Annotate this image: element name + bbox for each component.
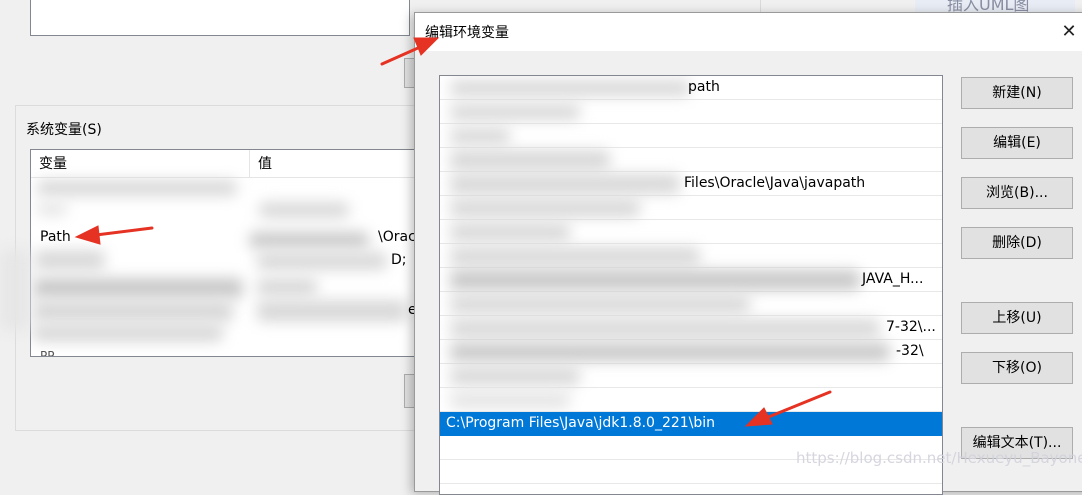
masked-row [35, 250, 105, 270]
masked-entry [450, 128, 510, 144]
masked-entry [450, 80, 690, 96]
masked-entry [450, 174, 680, 194]
watermark: https://blog.csdn.net/Hexueyu_Bayonet [796, 449, 1082, 467]
selected-list-item[interactable]: C:\Program Files\Java\jdk1.8.0_221\bin [440, 412, 942, 436]
masked-entry [450, 343, 890, 361]
masked-row [257, 300, 407, 322]
list-item[interactable]: -32\ [440, 340, 942, 364]
masked-row [259, 202, 349, 218]
masked-entry [450, 150, 610, 170]
path-variable-value[interactable]: \Orac [378, 227, 414, 247]
masked-region [0, 250, 30, 330]
masked-entry [450, 391, 570, 409]
entry-text: -32\ [896, 343, 924, 359]
entry-text: C:\Program Files\Java\jdk1.8.0_221\bin [446, 415, 716, 431]
dialog-titlebar: 编辑环境变量 ✕ [415, 13, 1082, 51]
system-variables-label: 系统变量(S) [24, 119, 104, 139]
close-icon[interactable]: ✕ [1055, 19, 1082, 45]
system-variables-table[interactable]: 变量 值 Path \Orac D; e PP [30, 149, 415, 357]
path-variable-name[interactable]: Path [40, 227, 71, 247]
entry-text: 7-32\... [886, 319, 936, 335]
column-header-variable[interactable]: 变量 [31, 150, 250, 178]
user-variables-list[interactable] [30, 0, 410, 36]
entry-text: Files\Oracle\Java\javapath [684, 175, 866, 191]
edit-button[interactable]: 编辑(E) [961, 127, 1073, 159]
masked-entry [450, 295, 750, 313]
list-item[interactable] [440, 124, 942, 148]
masked-entry [450, 223, 570, 241]
list-item[interactable] [440, 244, 942, 268]
edit-environment-variable-dialog: 编辑环境变量 ✕ path Files\Oracle\Java\javapath [414, 12, 1082, 495]
masked-row [257, 278, 317, 296]
list-item[interactable] [440, 220, 942, 244]
browse-button[interactable]: 浏览(B)... [961, 177, 1073, 209]
masked-row [257, 252, 387, 270]
entry-text: JAVA_H... [862, 271, 924, 287]
masked-row [37, 202, 67, 216]
list-item[interactable] [440, 148, 942, 172]
column-header-value[interactable]: 值 [250, 150, 414, 178]
list-item[interactable] [440, 100, 942, 124]
path-entries-list[interactable]: path Files\Oracle\Java\javapath JAVA_H..… [439, 75, 943, 495]
dialog-title: 编辑环境变量 [425, 25, 509, 41]
list-item[interactable] [440, 388, 942, 412]
delete-button[interactable]: 删除(D) [961, 227, 1073, 259]
masked-row [33, 324, 223, 342]
masked-entry [450, 270, 860, 290]
masked-entry [450, 247, 700, 265]
new-button[interactable]: 新建(N) [961, 77, 1073, 109]
masked-row [37, 180, 237, 196]
masked-row [33, 278, 243, 298]
list-item[interactable]: JAVA_H... [440, 268, 942, 292]
list-item[interactable]: 7-32\... [440, 316, 942, 340]
masked-entry [450, 367, 580, 385]
entry-text: path [688, 79, 720, 95]
list-item[interactable] [440, 196, 942, 220]
list-item[interactable] [440, 364, 942, 388]
list-item[interactable]: Files\Oracle\Java\javapath [440, 172, 942, 196]
move-up-button[interactable]: 上移(U) [961, 302, 1073, 334]
partial-row-text: PP [40, 349, 55, 357]
move-down-button[interactable]: 下移(O) [961, 352, 1073, 384]
masked-entry [450, 199, 640, 217]
masked-value [249, 232, 369, 248]
list-item[interactable] [440, 292, 942, 316]
masked-row [33, 300, 233, 322]
masked-entry [450, 319, 880, 337]
masked-entry [450, 104, 580, 120]
partial-value-text: D; [391, 252, 407, 268]
list-item[interactable]: path [440, 76, 942, 100]
